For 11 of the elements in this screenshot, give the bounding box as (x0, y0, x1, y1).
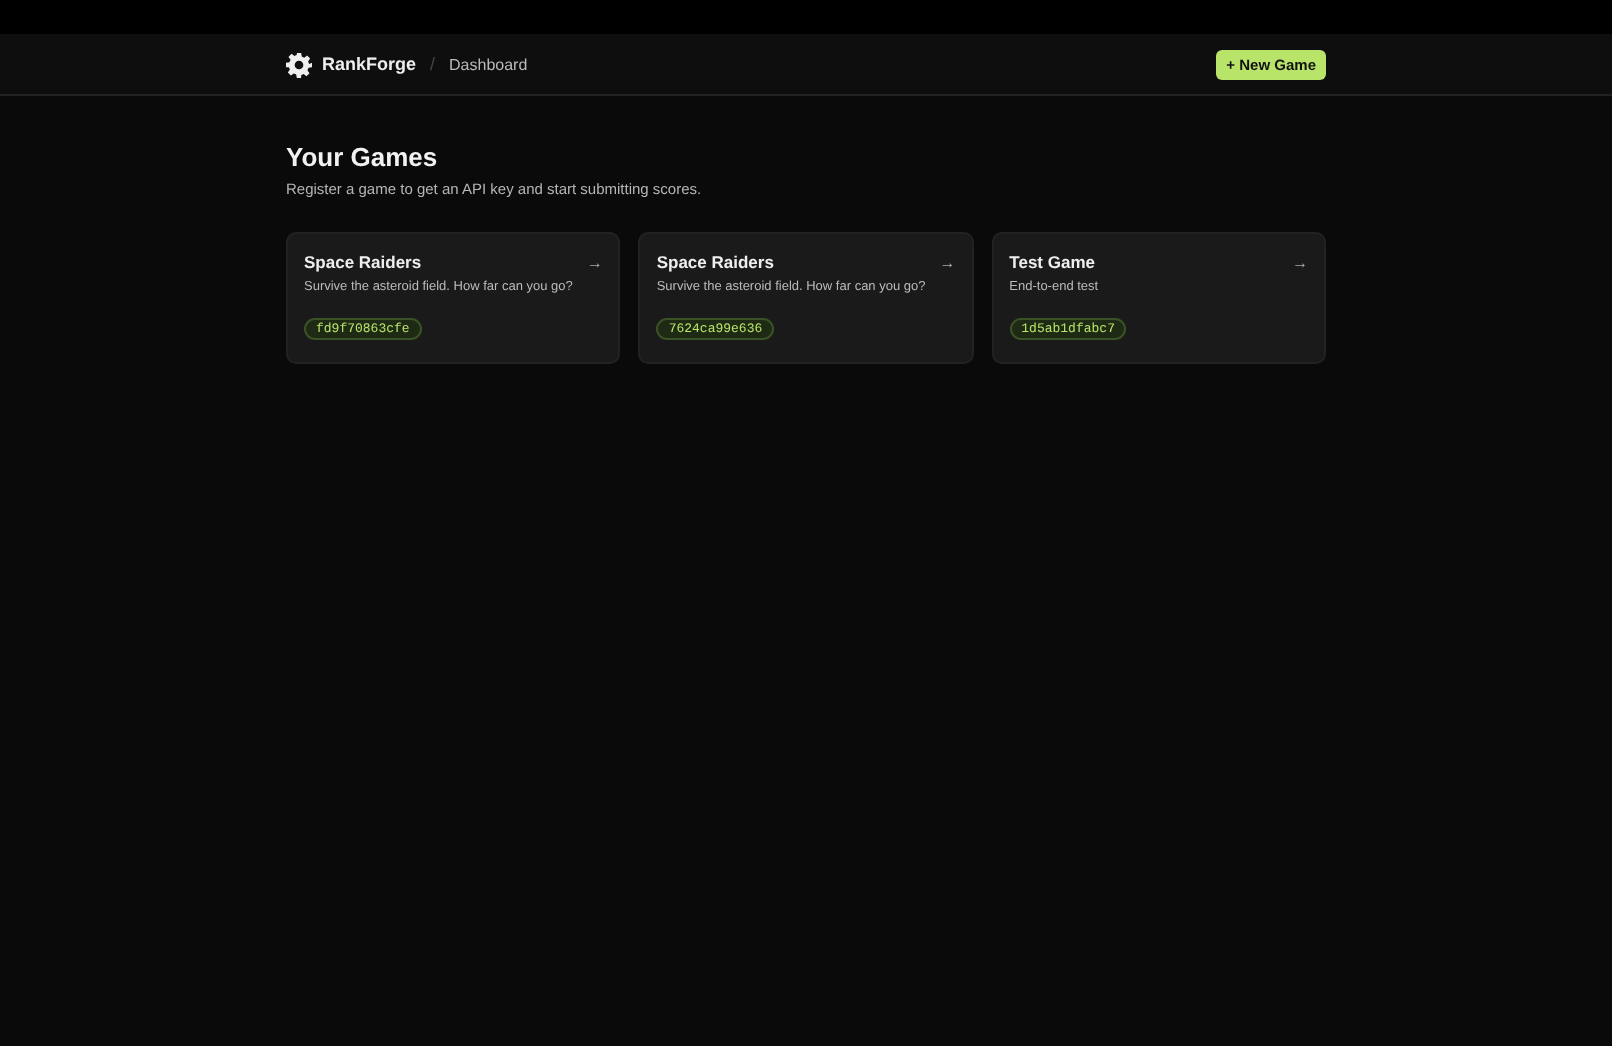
arrow-icon: → (586, 253, 603, 271)
game-name: Space Raiders (304, 252, 422, 272)
arrow-icon: → (939, 253, 956, 271)
breadcrumb-link[interactable]: Dashboard (449, 55, 528, 73)
breadcrumb-separator: / (430, 54, 436, 74)
brand-name[interactable]: RankForge (322, 54, 417, 74)
gear-icon (286, 51, 312, 77)
page-title: Your Games (286, 142, 440, 172)
arrow-icon: → (1291, 253, 1308, 271)
game-name: Space Raiders (656, 252, 774, 272)
game-name: Test Game (1009, 252, 1095, 272)
